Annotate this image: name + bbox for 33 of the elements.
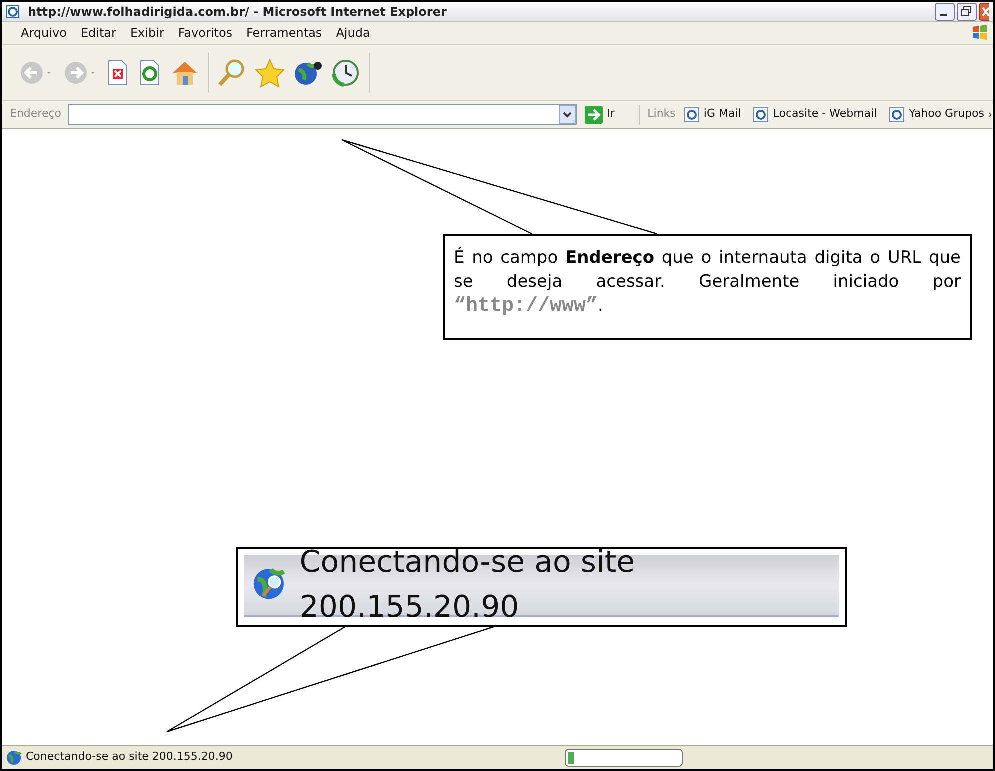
refresh-button[interactable] xyxy=(138,58,162,86)
menu-item[interactable]: Exibir xyxy=(123,24,172,42)
star-button[interactable] xyxy=(255,58,285,88)
status-text: Conectando-se ao site 200.155.20.90 xyxy=(300,544,636,627)
menu-item[interactable]: Editar xyxy=(74,24,124,42)
close-button[interactable] xyxy=(979,2,989,20)
stop-button[interactable] xyxy=(106,58,130,86)
page-icon xyxy=(684,106,700,122)
page-icon xyxy=(889,106,906,122)
window-title: http://www.folhadirigida.com.br/ - Microsoft Internet Explorer xyxy=(28,4,447,20)
page-icon xyxy=(753,106,770,122)
link-button[interactable]: Yahoo Grupos xyxy=(889,106,985,123)
status-text: Conectando-se ao site 200.155.20.90 xyxy=(26,749,233,766)
link-button[interactable]: Locasite - Webmail xyxy=(753,106,878,123)
menu-item[interactable]: Favoritos xyxy=(171,24,240,42)
menu-item[interactable]: Ajuda xyxy=(329,24,378,42)
callout-text: É no campo Endereço que o internauta digita o URL que se deseja acessar. Geralmente iniciado por “http://www”. xyxy=(454,246,961,319)
links-label: Links xyxy=(648,106,676,122)
link-button[interactable]: iG Mail xyxy=(684,106,742,123)
chevron-icon[interactable] xyxy=(988,110,993,120)
windows-logo-icon xyxy=(971,24,989,42)
restore-button[interactable] xyxy=(957,2,977,20)
menu-item[interactable]: Ferramentas xyxy=(240,24,330,42)
minimize-button[interactable] xyxy=(935,2,955,20)
loading-globe-icon xyxy=(6,750,22,766)
address-field[interactable] xyxy=(68,104,578,125)
go-button[interactable]: Ir xyxy=(581,106,619,124)
browser-icon xyxy=(6,4,20,18)
go-arrow-icon xyxy=(585,106,604,124)
address-label: Endereço xyxy=(10,106,62,122)
menu-item[interactable]: Arquivo xyxy=(14,24,74,42)
search-button[interactable] xyxy=(217,58,247,88)
history-button[interactable] xyxy=(331,58,361,88)
